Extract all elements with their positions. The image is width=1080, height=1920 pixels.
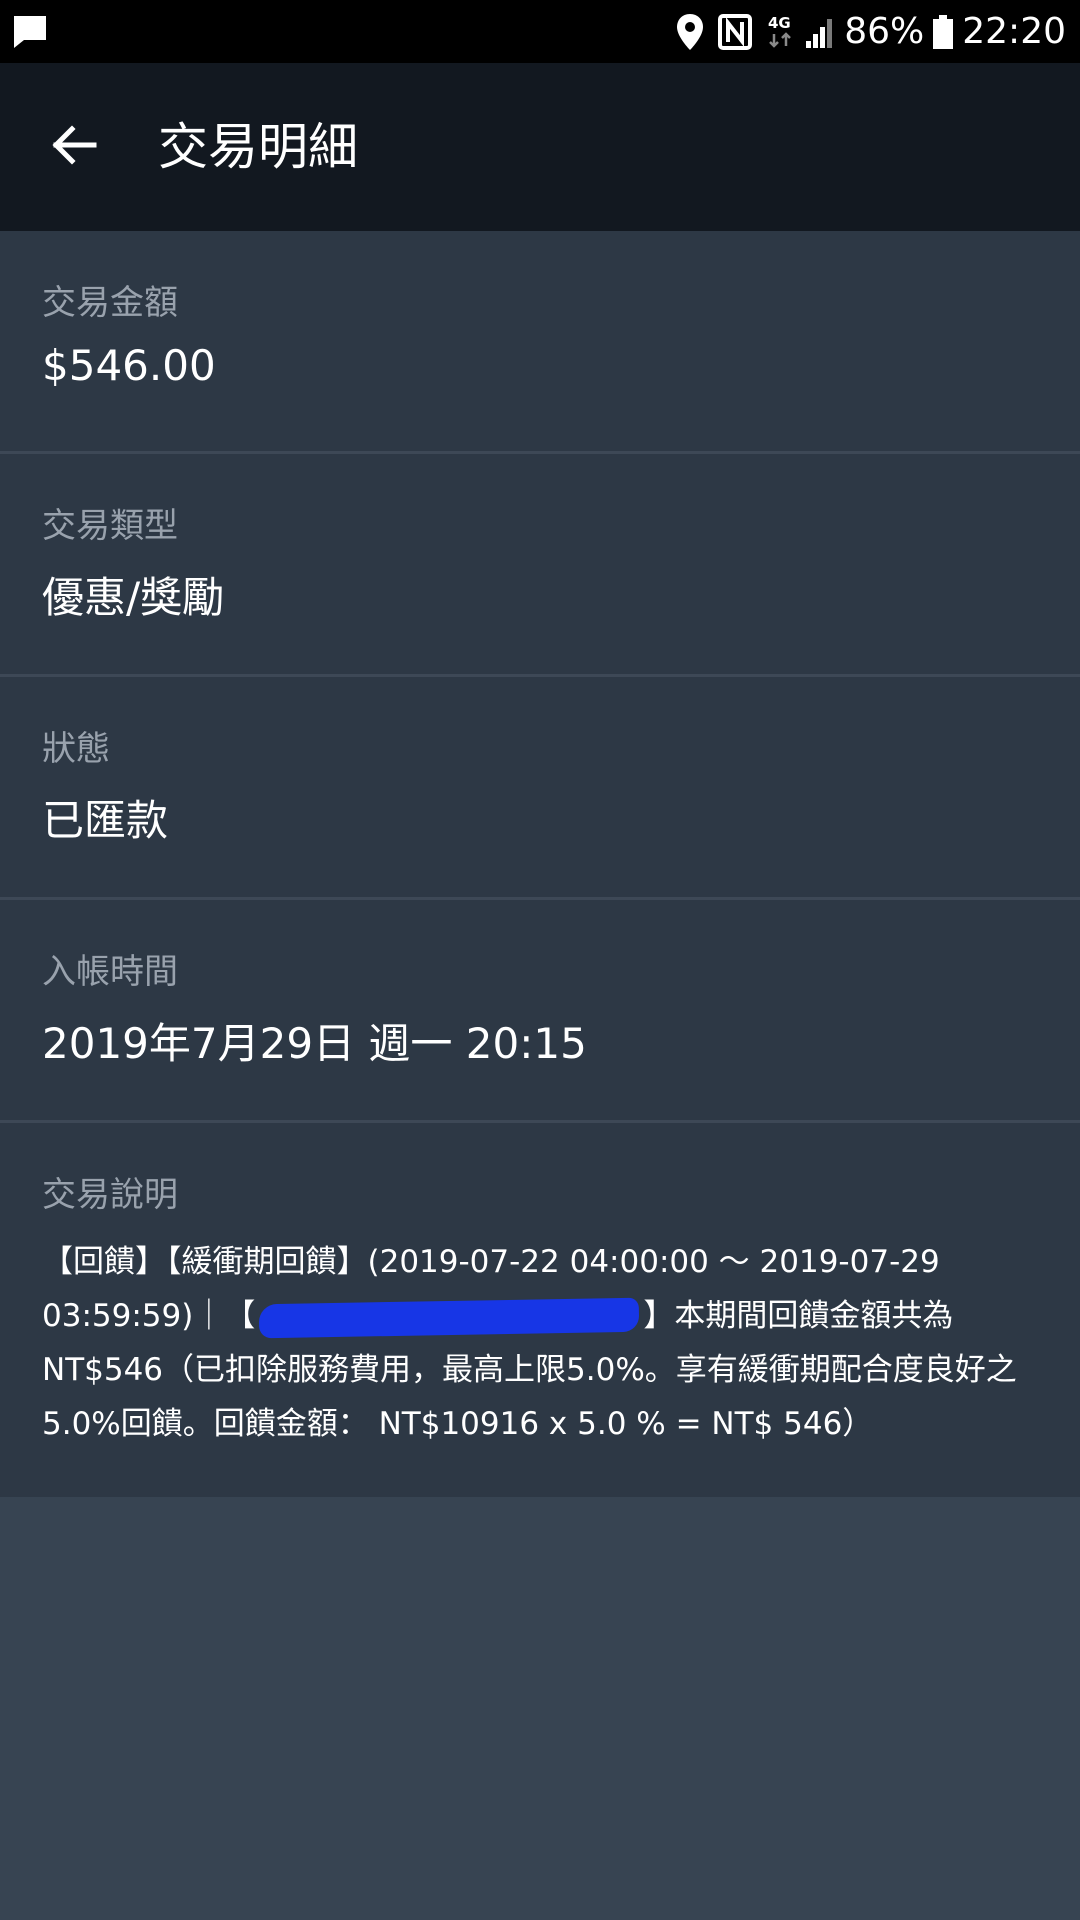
description-text-part: 03:59:59)｜【 xyxy=(42,1298,256,1334)
status-bar: 4G 86% 22:20 xyxy=(0,0,1080,63)
battery-percent: 86% xyxy=(844,11,925,52)
svg-text:4G: 4G xyxy=(768,14,791,32)
back-button[interactable] xyxy=(34,107,114,187)
type-label: 交易類型 xyxy=(42,506,178,546)
message-icon xyxy=(12,14,48,50)
amount-value: $546.00 xyxy=(42,341,216,390)
signal-icon xyxy=(804,15,836,49)
description-line: NT$546（已扣除服務費用，最高上限5.0%。享有緩衝期配合度良好之 xyxy=(42,1352,1017,1388)
amount-label: 交易金額 xyxy=(42,283,178,323)
description-line: 03:59:59)｜【 】本期間回饋金額共為 xyxy=(42,1289,1042,1343)
description-text: 【回饋】【緩衝期回饋】(2019-07-22 04:00:00 ～ 2019-0… xyxy=(42,1235,1042,1451)
time-label: 入帳時間 xyxy=(42,952,178,992)
description-label: 交易說明 xyxy=(42,1175,178,1215)
status-value: 已匯款 xyxy=(42,796,169,845)
description-section: 交易說明 【回饋】【緩衝期回饋】(2019-07-22 04:00:00 ～ 2… xyxy=(0,1123,1080,1497)
time-value: 2019年7月29日 週一 20:15 xyxy=(42,1019,587,1068)
type-section: 交易類型 優惠/獎勵 xyxy=(0,454,1080,677)
time-section: 入帳時間 2019年7月29日 週一 20:15 xyxy=(0,900,1080,1123)
page-title: 交易明細 xyxy=(158,118,358,176)
description-line: 5.0%回饋。回饋金額： NT$10916 x 5.0 % = NT$ 546） xyxy=(42,1406,874,1442)
transaction-details: 交易金額 $546.00 交易類型 優惠/獎勵 狀態 已匯款 入帳時間 2019… xyxy=(0,231,1080,1497)
status-section: 狀態 已匯款 xyxy=(0,677,1080,900)
redaction-mark xyxy=(259,1297,640,1338)
status-label: 狀態 xyxy=(42,729,110,769)
battery-icon xyxy=(932,14,954,50)
back-arrow-icon xyxy=(50,121,98,173)
location-icon xyxy=(676,13,704,51)
description-line: 【回饋】【緩衝期回饋】(2019-07-22 04:00:00 ～ 2019-0… xyxy=(42,1244,940,1280)
type-value: 優惠/獎勵 xyxy=(42,573,225,622)
app-bar: 交易明細 xyxy=(0,63,1080,231)
description-text-part: 】本期間回饋金額共為 xyxy=(643,1298,954,1334)
nfc-icon xyxy=(718,13,753,50)
clock: 22:20 xyxy=(962,11,1066,52)
amount-section: 交易金額 $546.00 xyxy=(0,231,1080,454)
network-4g-icon: 4G xyxy=(766,14,796,50)
